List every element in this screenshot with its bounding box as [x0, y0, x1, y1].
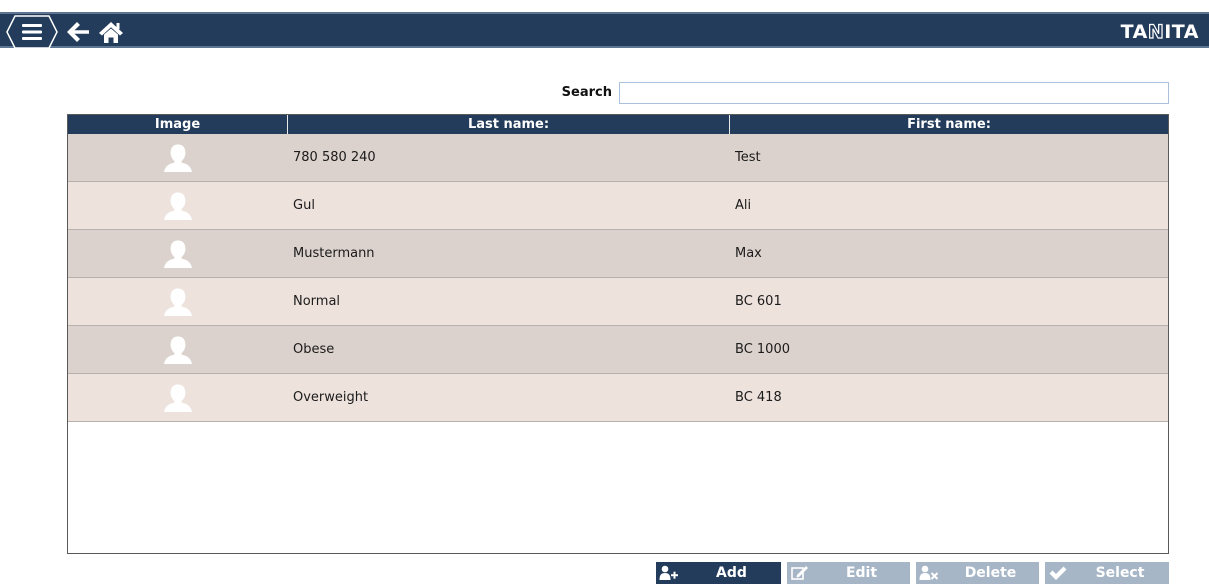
checkmark-icon	[1045, 565, 1071, 581]
table-row[interactable]: Mustermann Max	[68, 230, 1168, 278]
arrow-left-icon	[67, 22, 89, 42]
avatar-placeholder-icon	[161, 143, 195, 173]
top-bar	[0, 12, 1209, 48]
table-row[interactable]: Obese BC 1000	[68, 326, 1168, 374]
avatar-placeholder-icon	[161, 287, 195, 317]
table-row[interactable]: Overweight BC 418	[68, 374, 1168, 422]
delete-user-icon	[916, 565, 942, 581]
first-name-cell: Test	[735, 150, 761, 165]
edit-button-label: Edit	[845, 565, 878, 581]
back-button[interactable]	[65, 20, 91, 44]
tanita-logo: TANITA	[1120, 20, 1199, 43]
menu-button[interactable]	[6, 15, 58, 49]
add-button[interactable]: Add	[656, 562, 781, 584]
add-button-label: Add	[716, 565, 747, 581]
add-user-icon	[656, 565, 682, 581]
table-row[interactable]: Gul Ali	[68, 182, 1168, 230]
search-label: Search	[561, 85, 612, 100]
first-name-cell: BC 601	[735, 294, 782, 309]
avatar-placeholder-icon	[161, 383, 195, 413]
table-row[interactable]: Normal BC 601	[68, 278, 1168, 326]
delete-button[interactable]: Delete	[916, 562, 1039, 584]
first-name-cell: BC 418	[735, 390, 782, 405]
last-name-cell: 780 580 240	[293, 150, 376, 165]
avatar-placeholder-icon	[161, 191, 195, 221]
edit-icon	[787, 565, 813, 581]
column-header-image[interactable]: Image	[68, 115, 288, 134]
home-button[interactable]	[97, 19, 125, 45]
last-name-cell: Mustermann	[293, 246, 375, 261]
home-icon	[99, 22, 123, 43]
last-name-cell: Normal	[293, 294, 341, 309]
select-button-label: Select	[1095, 565, 1145, 581]
column-header-first-name[interactable]: First name:	[730, 115, 1168, 134]
search-input[interactable]	[619, 82, 1169, 104]
last-name-cell: Overweight	[293, 390, 369, 405]
avatar-placeholder-icon	[161, 239, 195, 269]
first-name-cell: BC 1000	[735, 342, 790, 357]
last-name-cell: Gul	[293, 198, 315, 213]
table-row[interactable]: 780 580 240 Test	[68, 134, 1168, 182]
column-header-last-name[interactable]: Last name:	[288, 115, 730, 134]
users-table: Image Last name: First name: 780 580 240…	[67, 114, 1169, 554]
edit-button[interactable]: Edit	[787, 562, 910, 584]
hamburger-menu-icon	[6, 15, 58, 49]
select-button[interactable]: Select	[1045, 562, 1169, 584]
last-name-cell: Obese	[293, 342, 335, 357]
table-header: Image Last name: First name:	[68, 115, 1168, 134]
first-name-cell: Ali	[735, 198, 752, 213]
table-body: 780 580 240 Test Gul Ali Mustermann Max …	[68, 134, 1168, 422]
delete-button-label: Delete	[964, 565, 1017, 581]
avatar-placeholder-icon	[161, 335, 195, 365]
first-name-cell: Max	[735, 246, 762, 261]
